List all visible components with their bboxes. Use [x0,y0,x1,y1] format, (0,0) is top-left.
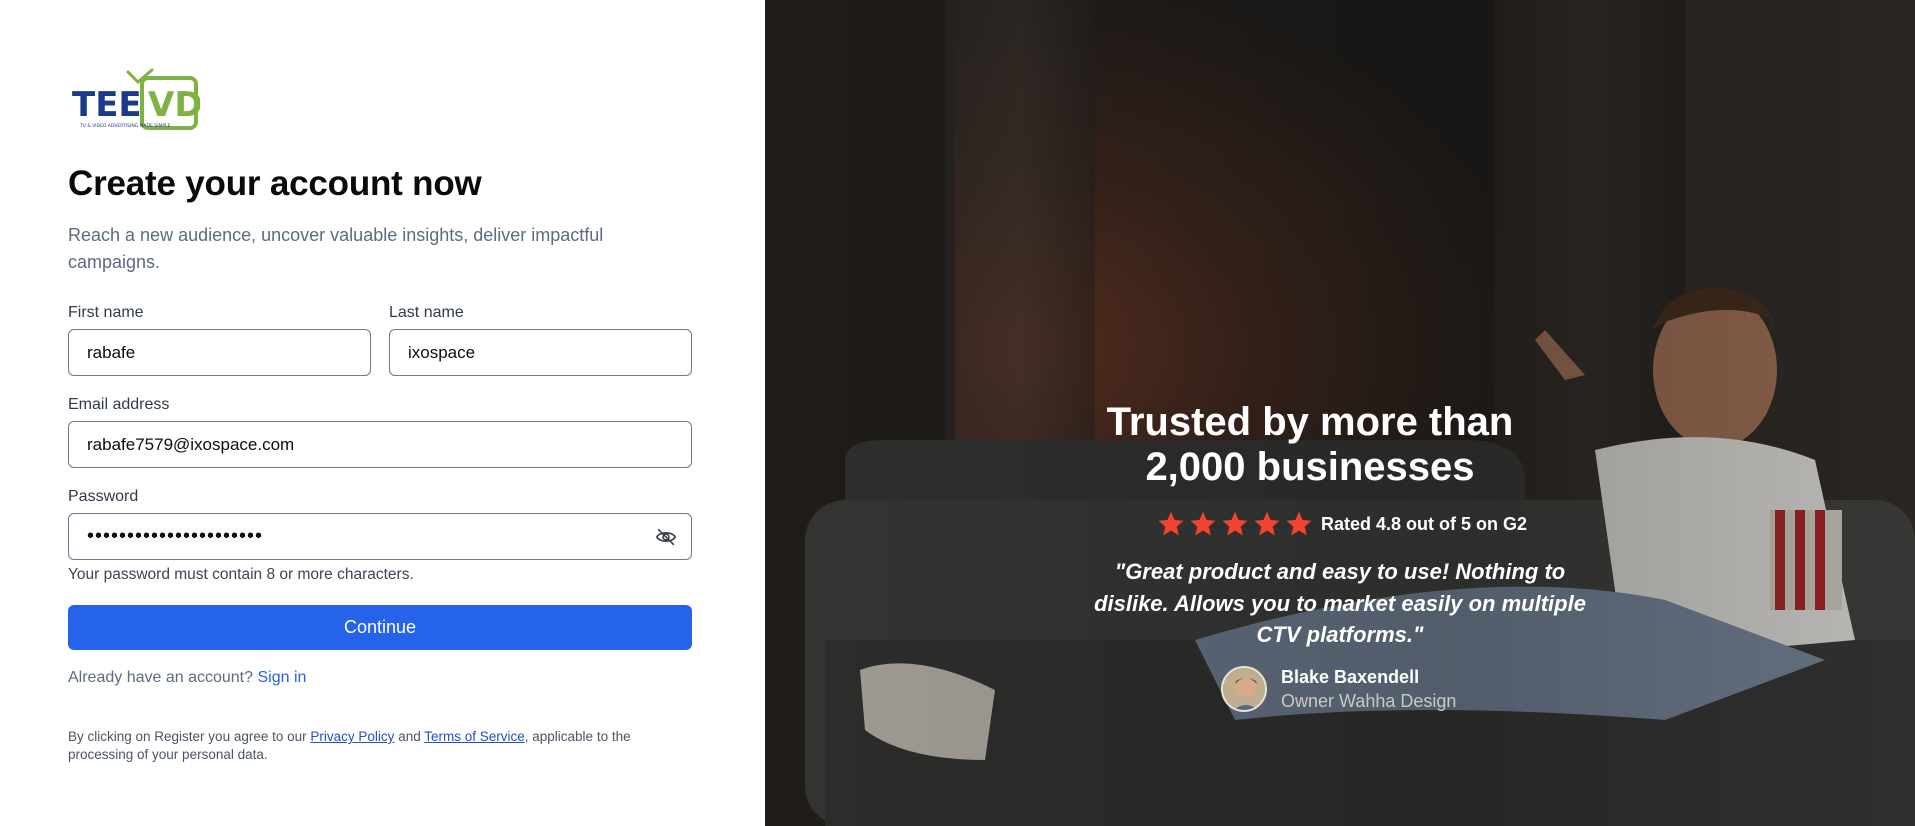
star-icon [1286,511,1312,536]
legal-text: By clicking on Register you agree to our… [68,728,688,764]
last-name-value: ixospace [408,342,476,362]
testimonial-overlay: Trusted by more than 2,000 businesses Ra… [765,0,1915,826]
testimonial-author: Blake Baxendell Owner Wahha Design [1221,666,1456,712]
legal-prefix: By clicking on Register you agree to our [68,729,307,744]
email-label: Email address [68,396,170,413]
password-input[interactable]: •••••••••••••••••••••• [68,513,692,560]
signup-panel: TEE VD TV & VIDEO ADVERTISING MADE SIMPL… [0,0,765,826]
password-label: Password [68,488,139,505]
eye-slash-icon[interactable] [655,526,677,548]
continue-button[interactable]: Continue [68,605,692,650]
rating-text: Rated 4.8 out of 5 on G2 [1321,513,1528,534]
sign-in-link[interactable]: Sign in [257,669,306,686]
email-input[interactable]: rabafe7579@ixospace.com [68,421,692,468]
signin-row: Already have an account? Sign in [68,669,306,687]
testimonial-quote: "Great product and easy to use! Nothing … [1094,559,1586,647]
headline-line-2: 2,000 businesses [1145,445,1475,489]
author-name: Blake Baxendell [1281,666,1420,687]
password-value: •••••••••••••••••••••• [87,525,264,547]
password-hint: Your password must contain 8 or more cha… [68,566,414,583]
rating-row: Rated 4.8 out of 5 on G2 [1157,510,1527,538]
svg-text:VD: VD [148,85,200,125]
svg-text:TEE: TEE [72,85,142,125]
svg-text:TV & VIDEO ADVERTISING MADE SI: TV & VIDEO ADVERTISING MADE SIMPLE [79,123,171,129]
page-title: Create your account now [68,164,482,203]
star-icon [1158,511,1184,536]
legal-and: and [398,729,421,744]
star-icon [1222,511,1248,536]
signin-prompt: Already have an account? [68,669,254,686]
avatar [1221,666,1267,712]
privacy-policy-link[interactable]: Privacy Policy [310,729,394,744]
terms-of-service-link[interactable]: Terms of Service [424,729,525,744]
star-icon [1190,511,1216,536]
hero-panel: Trusted by more than 2,000 businesses Ra… [765,0,1915,826]
last-name-label: Last name [389,304,464,321]
page-subtitle: Reach a new audience, uncover valuable i… [68,225,604,272]
email-value: rabafe7579@ixospace.com [87,434,295,454]
headline: Trusted by more than 2,000 businesses [1025,400,1595,490]
star-icon [1254,511,1280,536]
first-name-input[interactable]: rabafe [68,329,371,376]
headline-line-1: Trusted by more than [1106,400,1514,444]
author-role: Owner Wahha Design [1281,690,1457,711]
first-name-label: First name [68,304,144,321]
last-name-input[interactable]: ixospace [389,329,692,376]
teevd-logo: TEE VD TV & VIDEO ADVERTISING MADE SIMPL… [68,64,200,144]
first-name-value: rabafe [87,342,136,362]
